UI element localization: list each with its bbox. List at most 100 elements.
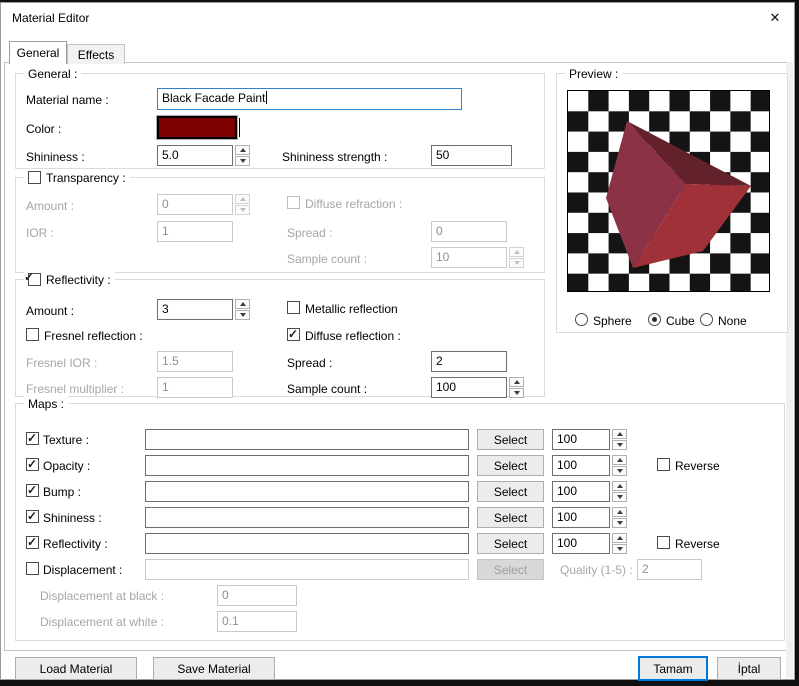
shininess-spinner[interactable] [235, 145, 250, 166]
opacity-select-button[interactable]: Select [477, 455, 544, 476]
fresnel-ior-input: 1.5 [157, 351, 233, 372]
texture-path-input[interactable] [145, 429, 469, 450]
shininess-map-checkbox[interactable] [26, 509, 39, 523]
group-maps-legend: Maps : [24, 396, 69, 411]
spinner-up-icon[interactable] [235, 299, 250, 309]
reflectivity-legend-label: Reflectivity : [46, 272, 111, 287]
group-general: General : Material name : Black Facade P… [15, 66, 545, 169]
texture-checkbox[interactable] [26, 431, 39, 445]
reflectivity-checkbox[interactable] [28, 273, 41, 286]
spinner-down-icon[interactable] [509, 388, 524, 398]
shininess-input[interactable]: 5.0 [157, 145, 233, 166]
tab-general[interactable]: General [9, 41, 67, 64]
opacity-amount-input[interactable]: 100 [552, 455, 610, 476]
spinner-up-icon [509, 247, 524, 257]
shininess-map-select-button[interactable]: Select [477, 507, 544, 528]
radio-sphere[interactable] [575, 313, 588, 326]
fresnel-reflection-checkbox[interactable] [26, 328, 39, 341]
metallic-reflection-checkbox[interactable] [287, 301, 300, 314]
spinner-up-icon[interactable] [509, 377, 524, 387]
bump-path-input[interactable] [145, 481, 469, 502]
shininess-map-path-input[interactable] [145, 507, 469, 528]
spinner-up-icon [235, 194, 250, 204]
spinner-down-icon[interactable] [612, 518, 627, 528]
bump-checkbox[interactable] [26, 483, 39, 497]
bump-select-button[interactable]: Select [477, 481, 544, 502]
ior-input: 1 [157, 221, 233, 242]
reflectivity-spread-input[interactable]: 2 [431, 351, 507, 372]
metallic-reflection-label: Metallic reflection [305, 302, 398, 316]
reflectivity-amount-input[interactable]: 3 [157, 299, 233, 320]
reflectivity-sample-count-spinner[interactable] [509, 377, 524, 398]
save-material-button[interactable]: Save Material [153, 657, 275, 680]
spinner-down-icon[interactable] [612, 492, 627, 502]
reflectivity-sample-count-input[interactable]: 100 [431, 377, 507, 398]
transparency-sample-count-input: 10 [431, 247, 507, 268]
reflectivity-map-checkbox[interactable] [26, 535, 39, 549]
displacement-checkbox[interactable] [26, 562, 39, 575]
shininess-strength-label: Shininess strength : [282, 150, 388, 164]
transparency-spread-label: Spread : [287, 226, 333, 240]
material-name-input[interactable]: Black Facade Paint [157, 88, 462, 110]
preview-cube [606, 121, 751, 268]
spinner-up-icon[interactable] [612, 533, 627, 543]
texture-amount-spinner[interactable] [612, 429, 627, 450]
opacity-amount-spinner[interactable] [612, 455, 627, 476]
spinner-down-icon[interactable] [612, 440, 627, 450]
opacity-reverse-checkbox[interactable] [657, 458, 670, 471]
spinner-down-icon [235, 205, 250, 215]
quality-input: 2 [637, 559, 702, 580]
group-preview-legend: Preview : [565, 66, 623, 81]
group-general-legend: General : [24, 66, 82, 81]
texture-amount-input[interactable]: 100 [552, 429, 610, 450]
transparency-checkbox[interactable] [28, 171, 41, 184]
close-icon[interactable]: ✕ [766, 9, 784, 27]
radio-cube[interactable] [648, 313, 661, 326]
color-swatch[interactable] [156, 115, 240, 140]
diffuse-reflection-checkbox[interactable] [287, 327, 300, 341]
transparency-legend-label: Transparency : [46, 170, 126, 185]
shininess-map-amount-spinner[interactable] [612, 507, 627, 528]
spinner-up-icon[interactable] [612, 429, 627, 439]
spinner-up-icon[interactable] [235, 145, 250, 155]
shininess-strength-input[interactable]: 50 [431, 145, 512, 166]
spinner-down-icon[interactable] [612, 544, 627, 554]
cancel-button[interactable]: İptal [717, 657, 781, 680]
fresnel-multiplier-input: 1 [157, 377, 233, 398]
bump-amount-input[interactable]: 100 [552, 481, 610, 502]
radio-none-label: None [718, 314, 747, 328]
fresnel-ior-label: Fresnel IOR : [26, 356, 98, 370]
shininess-map-amount-input[interactable]: 100 [552, 507, 610, 528]
opacity-checkbox[interactable] [26, 457, 39, 471]
reflectivity-map-amount-spinner[interactable] [612, 533, 627, 554]
spinner-up-icon[interactable] [612, 481, 627, 491]
transparency-amount-label: Amount : [26, 199, 75, 213]
reflectivity-map-amount-input[interactable]: 100 [552, 533, 610, 554]
load-material-button[interactable]: Load Material [15, 657, 137, 680]
spinner-down-icon[interactable] [235, 156, 250, 166]
reflectivity-amount-spinner[interactable] [235, 299, 250, 320]
opacity-label: Opacity : [43, 459, 91, 473]
reflectivity-map-select-button[interactable]: Select [477, 533, 544, 554]
spinner-up-icon[interactable] [612, 507, 627, 517]
radio-none[interactable] [700, 313, 713, 326]
reflectivity-reverse-label: Reverse [675, 537, 720, 551]
group-preview: Preview : Sphere Cube None [556, 66, 788, 333]
transparency-sample-count-spinner [509, 247, 524, 268]
reflectivity-reverse-checkbox[interactable] [657, 536, 670, 549]
spinner-down-icon[interactable] [612, 466, 627, 476]
texture-select-button[interactable]: Select [477, 429, 544, 450]
reflectivity-map-path-input[interactable] [145, 533, 469, 554]
bump-amount-spinner[interactable] [612, 481, 627, 502]
material-name-label: Material name : [26, 93, 109, 107]
spinner-up-icon[interactable] [612, 455, 627, 465]
tab-effects[interactable]: Effects [67, 44, 125, 64]
quality-label: Quality (1-5) : [560, 563, 633, 577]
opacity-reverse-label: Reverse [675, 459, 720, 473]
opacity-path-input[interactable] [145, 455, 469, 476]
spinner-down-icon[interactable] [235, 310, 250, 320]
ok-button[interactable]: Tamam [638, 656, 708, 681]
fresnel-reflection-label: Fresnel reflection : [44, 329, 143, 343]
group-maps: Maps : Texture : Select 100 Opacity : Se… [15, 396, 785, 641]
transparency-amount-input: 0 [157, 194, 233, 215]
